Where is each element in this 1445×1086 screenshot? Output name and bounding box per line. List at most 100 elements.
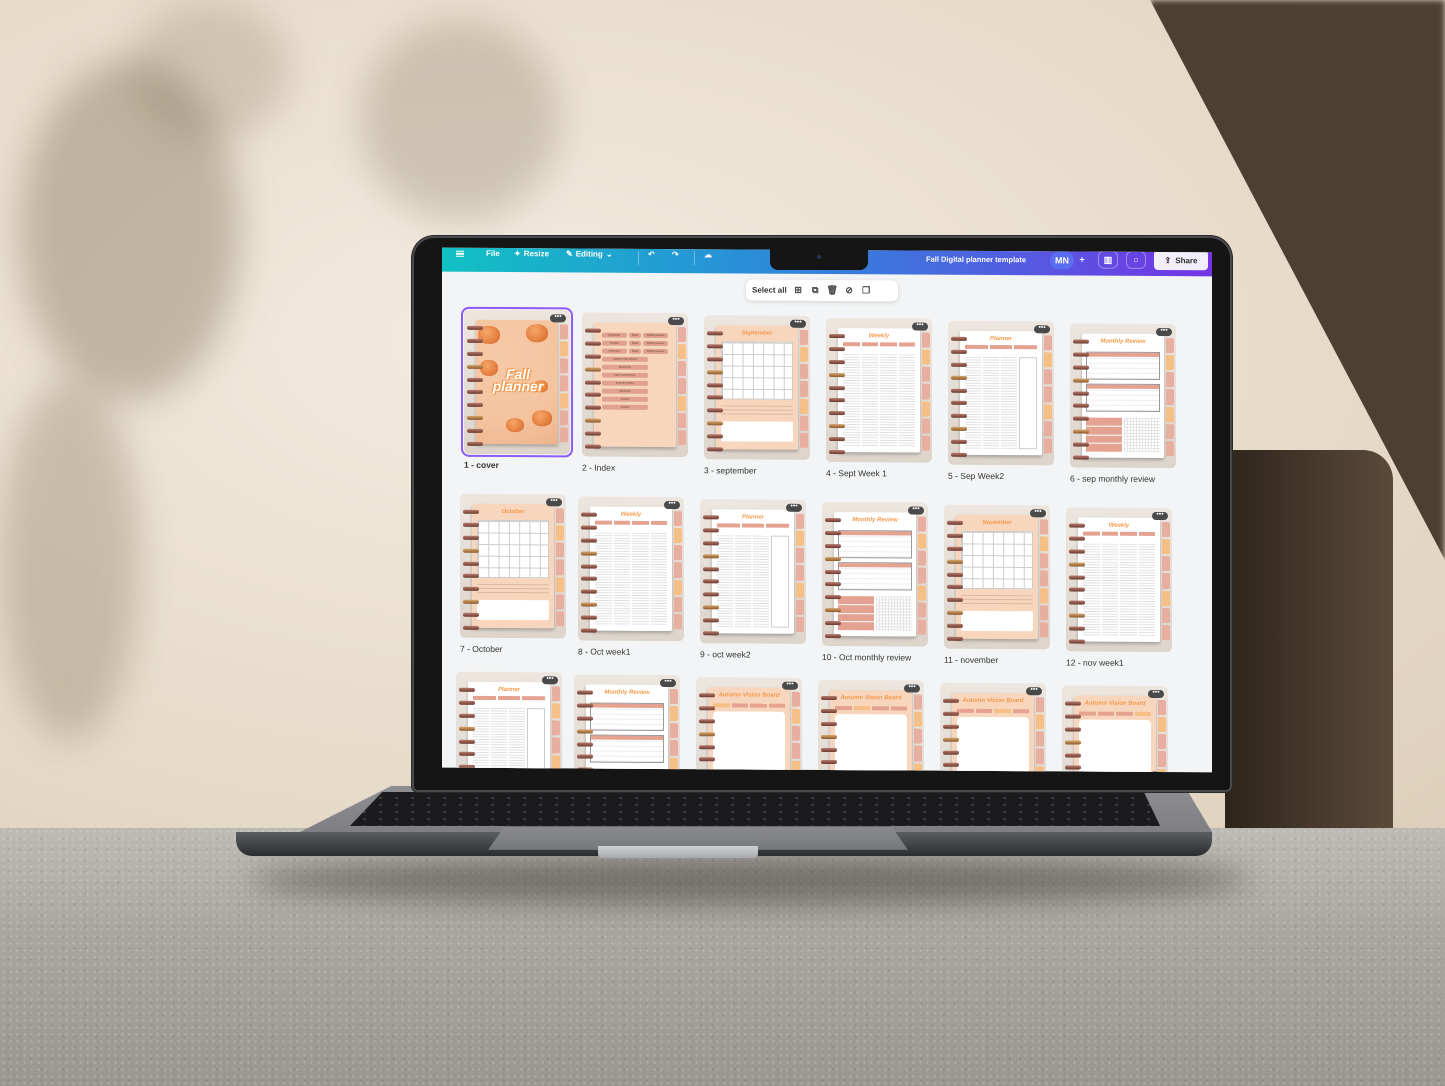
section-tab[interactable] — [678, 327, 686, 343]
index-link[interactable]: Week — [628, 340, 642, 346]
page-thumbnail[interactable]: ••• Planner 9 - oct week2 — [700, 499, 806, 660]
section-tab[interactable] — [1162, 522, 1170, 538]
section-tab[interactable] — [556, 576, 564, 593]
section-tab[interactable] — [1162, 573, 1170, 589]
section-tab[interactable] — [674, 613, 682, 630]
section-tab[interactable] — [552, 686, 560, 702]
section-tab[interactable] — [1162, 590, 1170, 606]
section-tab[interactable] — [914, 728, 922, 745]
page-preview[interactable]: ••• Autumn Vision Board — [696, 677, 802, 773]
section-tab[interactable] — [674, 528, 682, 544]
section-tab[interactable] — [796, 565, 804, 581]
section-tab[interactable] — [796, 513, 804, 530]
page-label[interactable]: 10 - Oct monthly review — [822, 652, 928, 663]
page-more-options-button[interactable]: ••• — [1030, 508, 1046, 518]
section-tab[interactable] — [1036, 748, 1044, 764]
page-more-options-button[interactable]: ••• — [1152, 511, 1168, 521]
index-link[interactable]: September — [602, 332, 627, 338]
section-tab[interactable] — [800, 415, 808, 431]
section-tab[interactable] — [556, 594, 564, 610]
section-tab[interactable] — [560, 410, 568, 426]
index-link[interactable]: Bucket List — [602, 364, 648, 370]
page-more-options-button[interactable]: ••• — [660, 678, 676, 688]
page-thumbnail[interactable]: ••• Planner 5 - Sep Week2 — [948, 320, 1054, 482]
page-thumbnail[interactable]: ••• Fall planner 1 - cover — [461, 306, 573, 471]
section-tab[interactable] — [1040, 553, 1048, 569]
section-tab[interactable] — [1162, 556, 1170, 572]
section-tab[interactable] — [678, 429, 686, 446]
section-tab[interactable] — [1158, 717, 1166, 733]
section-tab[interactable] — [556, 525, 564, 541]
page-thumbnail[interactable]: ••• Planner — [456, 671, 562, 773]
index-link[interactable]: Custom — [602, 396, 648, 402]
section-tab[interactable] — [670, 723, 678, 739]
section-tab[interactable] — [556, 508, 564, 524]
page-thumbnail[interactable]: ••• Weekly 12 - nov week1 — [1066, 507, 1172, 668]
section-tab[interactable] — [922, 384, 930, 400]
section-tab[interactable] — [678, 378, 686, 394]
section-tab[interactable] — [800, 364, 808, 380]
section-tab[interactable] — [670, 689, 678, 705]
page-preview[interactable]: ••• November — [944, 504, 1050, 650]
section-tab[interactable] — [560, 392, 568, 409]
section-tab[interactable] — [1158, 734, 1166, 750]
section-tab[interactable] — [1166, 372, 1174, 388]
page-preview[interactable]: ••• Weekly — [578, 496, 684, 642]
page-more-options-button[interactable]: ••• — [790, 319, 806, 328]
keyboard[interactable] — [350, 792, 1160, 826]
index-link[interactable]: Monthly Review — [643, 348, 668, 355]
page-thumbnail[interactable]: ••• Autumn Vision Board — [818, 679, 924, 773]
page-preview[interactable]: ••• Planner — [456, 671, 562, 773]
index-link[interactable]: Fall Tv and Movies — [602, 372, 648, 378]
section-tab[interactable] — [792, 726, 800, 742]
page-label[interactable]: 11 - november — [944, 655, 1050, 666]
page-more-options-button[interactable]: ••• — [1156, 327, 1172, 337]
section-tab[interactable] — [1040, 519, 1048, 535]
section-tab[interactable] — [918, 567, 926, 584]
section-tab[interactable] — [1044, 421, 1052, 437]
page-more-options-button[interactable]: ••• — [546, 497, 562, 507]
page-preview[interactable]: ••• Planner — [700, 499, 806, 644]
section-tab[interactable] — [796, 582, 804, 598]
section-tab[interactable] — [674, 511, 682, 527]
section-tab[interactable] — [918, 516, 926, 532]
section-tab[interactable] — [1044, 403, 1052, 420]
section-tab[interactable] — [800, 329, 808, 346]
section-tab[interactable] — [918, 602, 926, 618]
page-thumbnail[interactable]: ••• Monthly Review 6 - sep monthly review — [1070, 323, 1176, 484]
page-thumbnail[interactable]: ••• Monthly Review 10 - Oct monthly review — [822, 501, 928, 663]
page-label[interactable]: 3 - september — [704, 465, 810, 476]
section-tab[interactable] — [1044, 335, 1052, 351]
section-tab[interactable] — [1040, 570, 1048, 586]
page-more-options-button[interactable]: ••• — [664, 500, 680, 510]
section-tab[interactable] — [1040, 536, 1048, 552]
page-more-options-button[interactable]: ••• — [782, 681, 798, 690]
page-more-options-button[interactable]: ••• — [904, 683, 920, 693]
section-tab[interactable] — [1036, 731, 1044, 747]
page-label[interactable]: 1 - cover — [464, 460, 570, 471]
index-link[interactable]: Monthly Review — [643, 340, 668, 347]
index-link[interactable]: Week — [628, 332, 642, 338]
section-tab[interactable] — [800, 381, 808, 397]
section-tab[interactable] — [792, 743, 800, 759]
index-link[interactable]: Monthly Review — [643, 332, 668, 339]
page-label[interactable]: 5 - Sep Week2 — [948, 471, 1054, 482]
section-tab[interactable] — [560, 358, 568, 374]
page-preview[interactable]: ••• Monthly Review — [822, 501, 928, 647]
section-tab[interactable] — [678, 344, 686, 360]
section-tab[interactable] — [922, 435, 930, 451]
page-more-options-button[interactable]: ••• — [1026, 686, 1042, 696]
section-tab[interactable] — [1162, 624, 1170, 641]
page-more-options-button[interactable]: ••• — [550, 313, 566, 323]
page-thumbnail[interactable]: ••• October 7 - October — [460, 493, 566, 655]
index-link[interactable]: October — [602, 340, 627, 346]
page-preview[interactable]: ••• Autumn Vision Board — [818, 679, 924, 773]
section-tab[interactable] — [1158, 700, 1166, 716]
section-tab[interactable] — [674, 545, 682, 561]
section-tab[interactable] — [800, 346, 808, 363]
page-more-options-button[interactable]: ••• — [912, 322, 928, 331]
index-link[interactable]: Food and Drinks — [602, 380, 648, 386]
section-tab[interactable] — [1166, 423, 1174, 439]
section-tab[interactable] — [560, 375, 568, 391]
section-tab[interactable] — [1166, 406, 1174, 422]
